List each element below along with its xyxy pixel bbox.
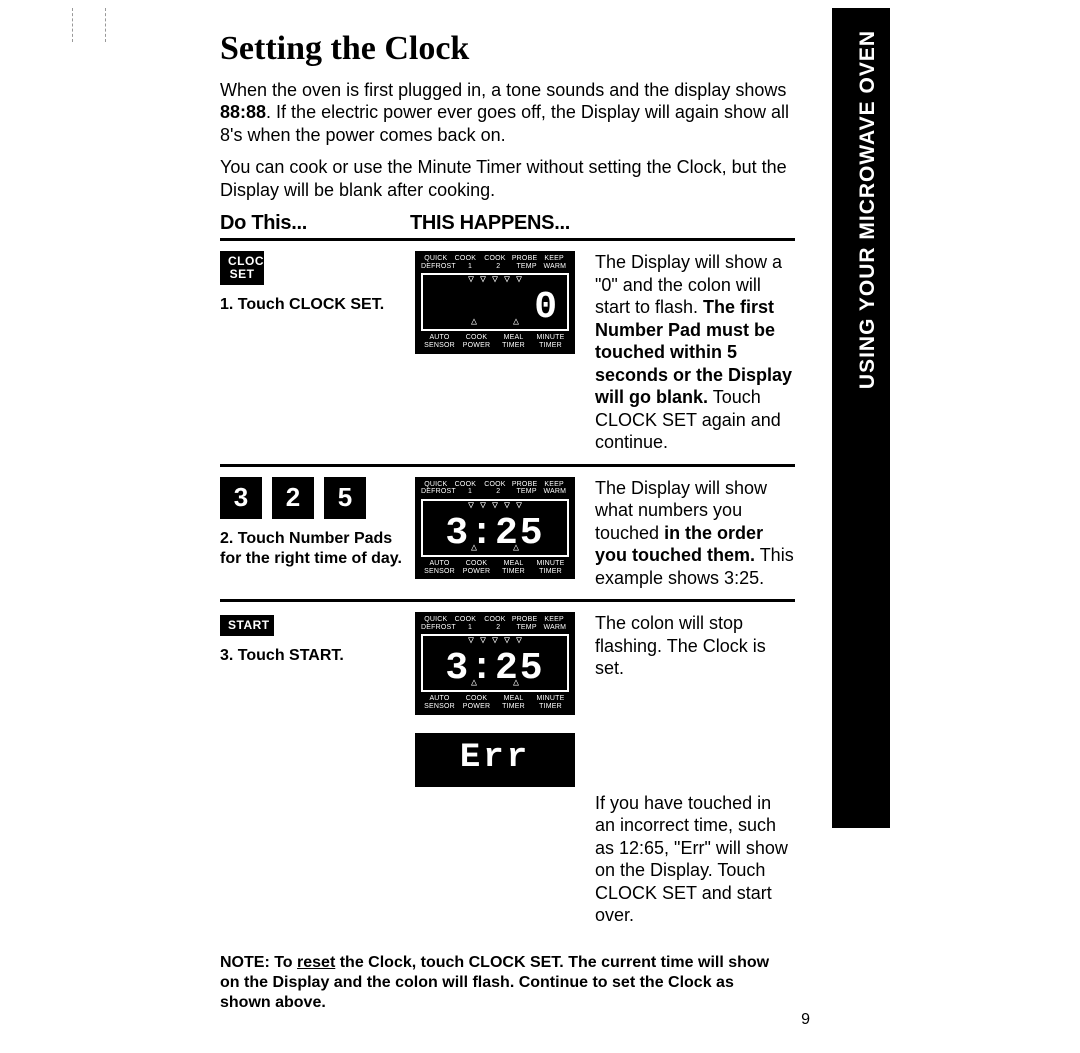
page-number: 9 xyxy=(801,1010,810,1030)
display-panel-3: QUICKCOOKCOOKPROBEKEEP DEFROST12TEMPWARM… xyxy=(415,612,575,715)
display-panel-1: QUICKCOOKCOOKPROBEKEEP DEFROST12TEMPWARM… xyxy=(415,251,575,354)
numpad-3: 3 xyxy=(220,477,262,519)
step1-action: 1. Touch CLOCK SET. xyxy=(220,295,405,315)
step2-right: The Display will show what numbers you t… xyxy=(580,477,795,590)
step1-left: CLOCK SET 1. Touch CLOCK SET. xyxy=(220,251,415,315)
intro-p2: You can cook or use the Minute Timer wit… xyxy=(220,156,795,201)
column-headers: Do This... This Happens... xyxy=(220,211,795,241)
header-do-this: Do This... xyxy=(220,211,410,236)
section-label-vertical: USING YOUR MICROWAVE OVEN xyxy=(855,30,881,389)
step1-display: QUICKCOOKCOOKPROBEKEEP DEFROST12TEMPWARM… xyxy=(415,251,580,354)
step3-left: START 3. Touch START. xyxy=(220,612,415,666)
note-reset: NOTE: To reset the Clock, touch CLOCK SE… xyxy=(220,953,780,1013)
page-title: Setting the Clock xyxy=(220,28,900,71)
step3-display: QUICKCOOKCOOKPROBEKEEP DEFROST12TEMPWARM… xyxy=(415,612,580,787)
manual-page: USING YOUR MICROWAVE OVEN Setting the Cl… xyxy=(0,0,1080,1053)
step2-action: 2. Touch Number Pads for the right time … xyxy=(220,529,405,569)
intro-block: When the oven is first plugged in, a ton… xyxy=(220,79,795,202)
err-display: Err xyxy=(415,733,575,788)
header-this-happens: This Happens... xyxy=(410,211,570,236)
numpad-5: 5 xyxy=(324,477,366,519)
number-pads: 3 2 5 xyxy=(220,477,405,519)
step1-right: The Display will show a "0" and the colo… xyxy=(580,251,795,454)
intro-p1b-bold: 88:88 xyxy=(220,102,266,122)
start-button: START xyxy=(220,615,274,636)
step2-display: QUICKCOOKCOOKPROBEKEEP DEFROST12TEMPWARM… xyxy=(415,477,580,580)
step3-right: The colon will stop flashing. The Clock … xyxy=(580,612,795,927)
step3-action: 3. Touch START. xyxy=(220,646,405,666)
step-row-3: START 3. Touch START. QUICKCOOKCOOKPROBE… xyxy=(220,602,795,937)
step-row-1: CLOCK SET 1. Touch CLOCK SET. QUICKCOOKC… xyxy=(220,241,795,467)
step-row-2: 3 2 5 2. Touch Number Pads for the right… xyxy=(220,467,795,603)
intro-p1a: When the oven is first plugged in, a ton… xyxy=(220,80,786,100)
intro-p1: When the oven is first plugged in, a ton… xyxy=(220,79,795,147)
scan-artifact xyxy=(72,8,106,42)
intro-p1c: . If the electric power ever goes off, t… xyxy=(220,102,789,145)
err-explanation: If you have touched in an incorrect time… xyxy=(595,792,795,927)
step2-left: 3 2 5 2. Touch Number Pads for the right… xyxy=(220,477,415,569)
display-panel-2: QUICKCOOKCOOKPROBEKEEP DEFROST12TEMPWARM… xyxy=(415,477,575,580)
clock-set-button: CLOCK SET xyxy=(220,251,264,285)
numpad-2: 2 xyxy=(272,477,314,519)
